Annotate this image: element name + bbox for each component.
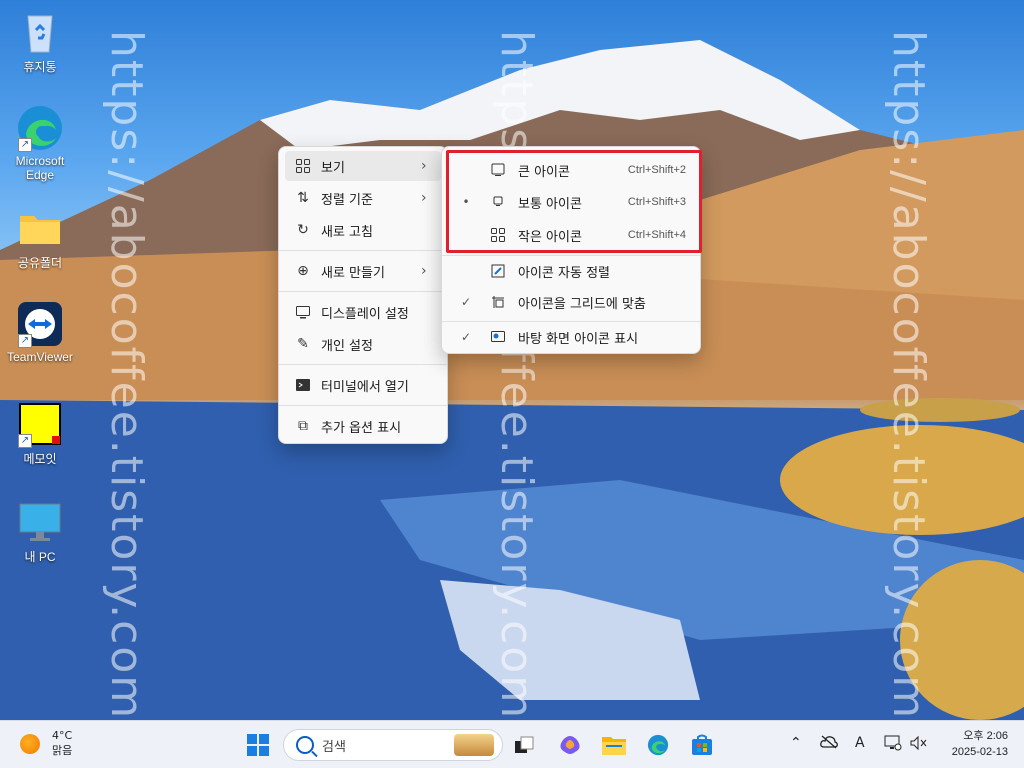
clock[interactable]: 오후 2:06 2025-02-13 bbox=[952, 728, 1008, 760]
submenu-item-label: 바탕 화면 아이콘 표시 bbox=[518, 331, 639, 347]
display-icon bbox=[293, 302, 313, 322]
desktop-icon-recycle-bin[interactable]: 휴지통 bbox=[2, 8, 78, 75]
search-highlight-icon bbox=[454, 734, 494, 756]
desktop-icon-label: 내 PC bbox=[24, 550, 56, 564]
desktop-icon-edge[interactable]: ↗ Microsoft Edge bbox=[2, 104, 78, 182]
menu-item-view[interactable]: 보기 › bbox=[285, 151, 441, 181]
search-icon bbox=[296, 736, 314, 754]
desktop-icon-shared-folder[interactable]: 공유폴더 bbox=[2, 204, 78, 271]
checkmark-icon: ✓ bbox=[460, 330, 472, 344]
volume-muted-icon[interactable] bbox=[910, 735, 928, 755]
auto-arrange-icon bbox=[488, 261, 508, 281]
weather-desc: 맑음 bbox=[52, 744, 73, 757]
shortcut-arrow-icon: ↗ bbox=[18, 334, 32, 348]
memo-icon: ↗ bbox=[16, 400, 64, 448]
brush-icon: ✎ bbox=[297, 336, 309, 352]
copilot-button[interactable] bbox=[556, 731, 584, 759]
desktop-icon-label: Microsoft Edge bbox=[15, 154, 65, 182]
cloud-offline-icon[interactable] bbox=[820, 735, 838, 753]
submenu-item-auto-arrange[interactable]: 아이콘 자동 정렬 bbox=[448, 256, 694, 286]
edge-icon: ↗ bbox=[16, 104, 64, 152]
clock-time: 오후 2:06 bbox=[963, 730, 1008, 742]
desktop-context-menu: 보기 › ⇅ 정렬 기준 › ↻ 새로 고침 ⊕ 새로 만들기 › 디스플레이 … bbox=[278, 146, 448, 444]
desktop-icon-label: TeamViewer bbox=[7, 350, 73, 364]
folder-icon bbox=[16, 204, 64, 252]
menu-item-open-terminal[interactable]: 터미널에서 열기 bbox=[285, 370, 441, 400]
show-hidden-icons-chevron-up-icon[interactable]: ⌃ bbox=[790, 735, 802, 751]
search-box[interactable]: 검색 bbox=[283, 729, 503, 761]
watermark-text: https://abocoffee.tistory.com bbox=[491, 30, 542, 720]
store-icon bbox=[692, 734, 712, 755]
menu-item-label: 추가 옵션 표시 bbox=[321, 420, 402, 436]
align-grid-icon bbox=[488, 292, 508, 312]
menu-item-personalize[interactable]: ✎ 개인 설정 bbox=[285, 329, 441, 359]
menu-item-label: 보기 bbox=[321, 160, 345, 176]
menu-item-sort-by[interactable]: ⇅ 정렬 기준 › bbox=[285, 183, 441, 213]
display-monitor-icon[interactable] bbox=[884, 735, 902, 755]
chevron-right-icon: › bbox=[421, 263, 427, 279]
menu-item-label: 새로 고침 bbox=[321, 224, 373, 240]
menu-item-new[interactable]: ⊕ 새로 만들기 › bbox=[285, 256, 441, 286]
desktop-icon-this-pc[interactable]: 내 PC bbox=[2, 498, 78, 565]
ime-indicator[interactable]: A bbox=[855, 735, 865, 751]
edge-button[interactable] bbox=[644, 731, 672, 759]
copilot-icon bbox=[560, 736, 580, 754]
weather-widget[interactable]: 4°C 맑음 bbox=[20, 729, 72, 758]
sun-icon bbox=[20, 733, 40, 754]
menu-divider bbox=[279, 291, 447, 292]
chevron-right-icon: › bbox=[421, 158, 427, 174]
new-icon: ⊕ bbox=[297, 263, 309, 279]
menu-item-label: 정렬 기준 bbox=[321, 192, 373, 208]
file-explorer-button[interactable] bbox=[600, 731, 628, 759]
start-button[interactable] bbox=[244, 731, 272, 759]
folder-icon bbox=[602, 737, 626, 755]
edge-icon bbox=[647, 734, 669, 756]
sort-icon: ⇅ bbox=[297, 190, 309, 206]
teamviewer-icon: ↗ bbox=[16, 300, 64, 348]
menu-item-more-options[interactable]: ⧉ 추가 옵션 표시 bbox=[285, 411, 441, 441]
menu-divider bbox=[279, 364, 447, 365]
highlight-box bbox=[446, 150, 702, 253]
desktop-icon-label: 휴지통 bbox=[23, 60, 57, 74]
desktop-icon-label: 메모잇 bbox=[23, 452, 57, 466]
watermark-text: https://abocoffee.tistory.com bbox=[101, 30, 152, 720]
refresh-icon: ↻ bbox=[297, 222, 309, 238]
desktop-icon-label: 공유폴더 bbox=[17, 256, 63, 270]
desktop-wallpaper: https://abocoffee.tistory.com https://ab… bbox=[0, 0, 1024, 720]
menu-item-label: 디스플레이 설정 bbox=[321, 306, 409, 322]
menu-item-label: 개인 설정 bbox=[321, 338, 373, 354]
terminal-icon bbox=[293, 375, 313, 395]
search-placeholder: 검색 bbox=[322, 739, 346, 755]
submenu-item-show-desktop-icons[interactable]: ✓ 바탕 화면 아이콘 표시 bbox=[448, 322, 694, 352]
windows-logo-icon bbox=[247, 734, 269, 756]
menu-divider bbox=[279, 250, 447, 251]
monitor-icon bbox=[16, 498, 64, 546]
submenu-item-label: 아이콘 자동 정렬 bbox=[518, 265, 610, 281]
shortcut-arrow-icon: ↗ bbox=[18, 434, 32, 448]
menu-divider bbox=[279, 405, 447, 406]
clock-date: 2025-02-13 bbox=[951, 746, 1008, 758]
weather-temp: 4°C bbox=[52, 729, 73, 742]
submenu-item-label: 아이콘을 그리드에 맞춤 bbox=[518, 296, 646, 312]
grid-icon bbox=[293, 156, 313, 176]
task-view-button[interactable] bbox=[510, 731, 538, 759]
menu-item-label: 새로 만들기 bbox=[321, 265, 385, 281]
chevron-right-icon: › bbox=[421, 190, 427, 206]
show-desktop-icons-icon bbox=[488, 327, 508, 347]
store-button[interactable] bbox=[688, 731, 716, 759]
shortcut-arrow-icon: ↗ bbox=[18, 138, 32, 152]
menu-item-refresh[interactable]: ↻ 새로 고침 bbox=[285, 215, 441, 245]
desktop-icon-memoit[interactable]: ↗ 메모잇 bbox=[2, 400, 78, 467]
submenu-item-align-to-grid[interactable]: ✓ 아이콘을 그리드에 맞춤 bbox=[448, 287, 694, 317]
desktop-icon-teamviewer[interactable]: ↗ TeamViewer bbox=[2, 300, 78, 364]
taskbar: 4°C 맑음 검색 ⌃ A 오후 2:06 2025-02-13 bbox=[0, 720, 1024, 768]
task-view-icon bbox=[515, 736, 534, 753]
menu-item-display-settings[interactable]: 디스플레이 설정 bbox=[285, 297, 441, 327]
more-options-icon: ⧉ bbox=[298, 418, 308, 434]
watermark-text: https://abocoffee.tistory.com bbox=[883, 30, 934, 720]
menu-item-label: 터미널에서 열기 bbox=[321, 379, 409, 395]
checkmark-icon: ✓ bbox=[460, 295, 472, 309]
recycle-bin-icon bbox=[16, 8, 64, 56]
